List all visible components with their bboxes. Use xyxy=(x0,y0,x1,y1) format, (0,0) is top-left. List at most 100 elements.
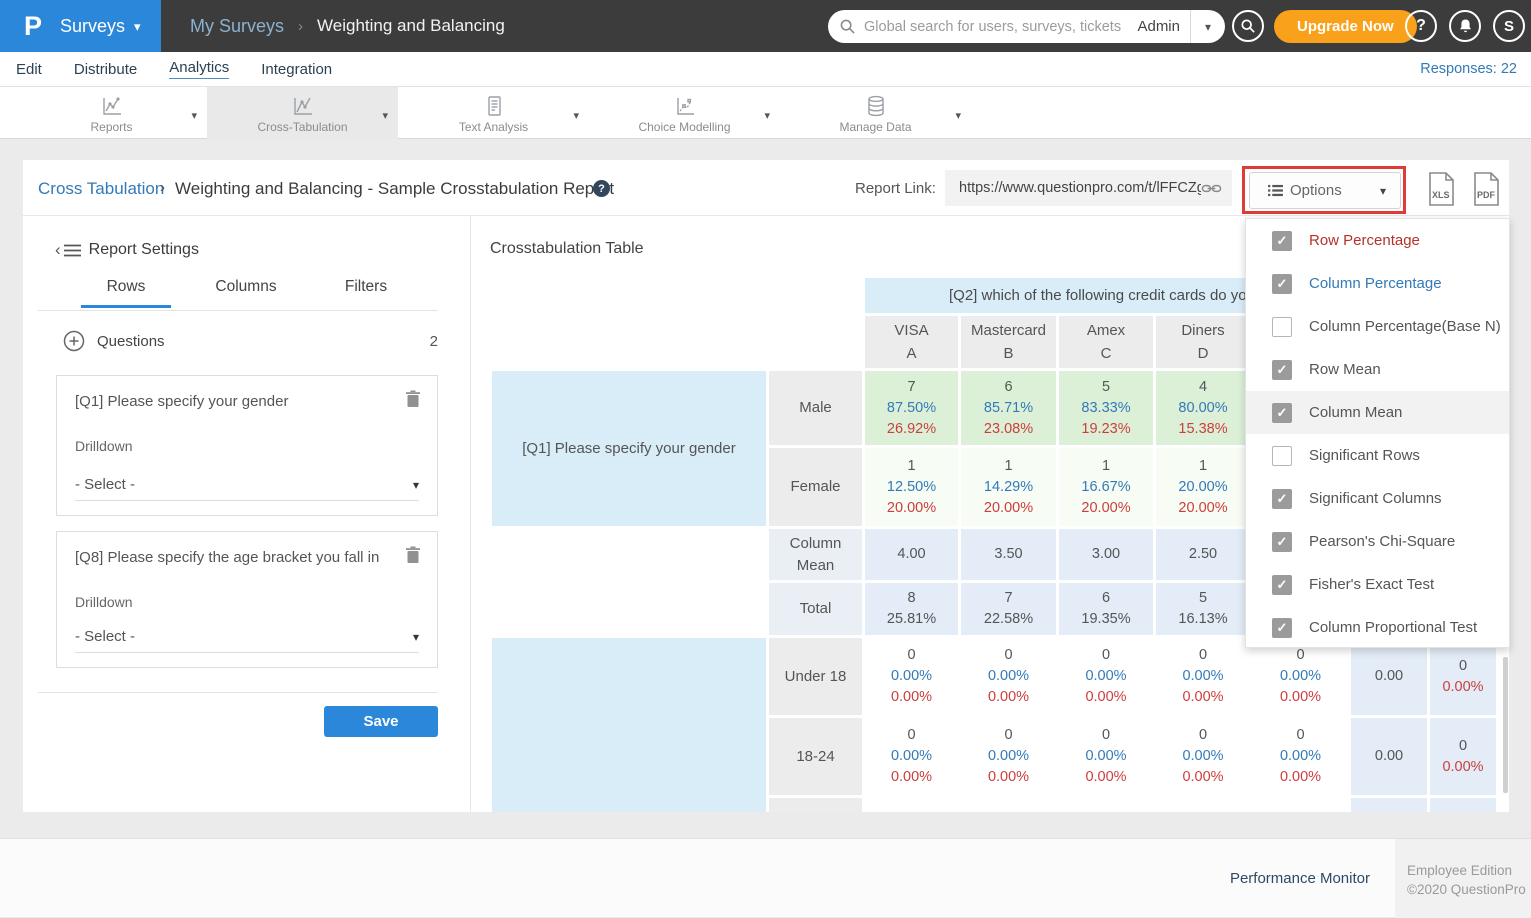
toolbar-item-text-analysis[interactable]: Text Analysis xyxy=(398,87,589,139)
menu-item-row-percentage[interactable]: Row Percentage xyxy=(1246,219,1509,262)
chevron-down-icon xyxy=(413,478,419,492)
row-label-male: Male xyxy=(769,371,862,445)
product-switcher[interactable]: P Surveys xyxy=(0,0,161,52)
questions-count: 2 xyxy=(430,333,438,350)
tab-analytics[interactable]: Analytics xyxy=(169,59,229,79)
tab-filters[interactable]: Filters xyxy=(306,278,426,308)
add-question-icon[interactable] xyxy=(63,330,85,352)
tab-columns[interactable]: Columns xyxy=(186,278,306,308)
search-input[interactable] xyxy=(864,19,1137,35)
table-cell: 00.00%0.00% xyxy=(961,638,1056,715)
menu-item-column-proportional-test[interactable]: Column Proportional Test xyxy=(1246,606,1509,649)
table-cell: 00.00% xyxy=(1430,718,1496,795)
tab-rows[interactable]: Rows xyxy=(66,278,186,308)
toolbar-item-cross-tabulation[interactable]: Cross-Tabulation xyxy=(207,87,398,139)
questionpro-logo-icon: P xyxy=(24,11,41,42)
page-title: Weighting and Balancing - Sample Crossta… xyxy=(175,179,614,199)
checkbox-unchecked-icon[interactable] xyxy=(1272,317,1292,337)
user-avatar[interactable]: S xyxy=(1493,10,1525,42)
save-button[interactable]: Save xyxy=(324,706,438,737)
export-xls-button[interactable]: XLS xyxy=(1425,171,1457,212)
analytics-toolbar: Reports Cross-Tabulation Text Analysis C… xyxy=(0,87,1531,139)
report-link-field[interactable]: https://www.questionpro.com/t/lFFCZg xyxy=(945,170,1232,206)
menu-item-column-percentage[interactable]: Column Percentage xyxy=(1246,262,1509,305)
menu-item-fishers-exact-test[interactable]: Fisher's Exact Test xyxy=(1246,563,1509,606)
drilldown-label: Drilldown xyxy=(75,594,133,610)
breadcrumb-survey-name: Weighting and Balancing xyxy=(317,16,505,36)
checkbox-checked-icon[interactable] xyxy=(1272,403,1292,423)
chevron-down-icon[interactable] xyxy=(573,109,579,122)
search-icon xyxy=(840,19,855,34)
checkbox-checked-icon[interactable] xyxy=(1272,618,1292,638)
menu-item-column-percentage-base-n[interactable]: Column Percentage(Base N) xyxy=(1246,305,1509,348)
table-cell: 685.71%23.08% xyxy=(961,371,1056,445)
export-pdf-button[interactable]: PDF xyxy=(1470,171,1502,212)
tab-edit[interactable]: Edit xyxy=(16,61,42,78)
select-value: - Select - xyxy=(75,628,135,645)
row-label-clipped xyxy=(769,798,862,812)
options-button-label: Options xyxy=(1290,182,1342,199)
table-cell: 00.00%0.00% xyxy=(961,718,1056,795)
crosstab-title: Crosstabulation Table xyxy=(490,240,644,258)
table-scrollbar[interactable] xyxy=(1503,657,1508,793)
search-submit-button[interactable] xyxy=(1232,10,1264,42)
chevron-down-icon[interactable] xyxy=(955,109,961,122)
upgrade-now-button[interactable]: Upgrade Now xyxy=(1274,10,1417,43)
breadcrumb-my-surveys[interactable]: My Surveys xyxy=(190,16,284,37)
menu-item-pearsons-chi-square[interactable]: Pearson's Chi-Square xyxy=(1246,520,1509,563)
toolbar-item-manage-data[interactable]: Manage Data xyxy=(780,87,971,139)
chevron-down-icon xyxy=(1380,184,1386,198)
col-header-diners: DinersD xyxy=(1156,316,1250,368)
drilldown-select[interactable]: - Select - xyxy=(75,476,419,501)
delete-icon[interactable] xyxy=(405,546,421,564)
tab-integration[interactable]: Integration xyxy=(261,61,332,78)
menu-item-row-mean[interactable]: Row Mean xyxy=(1246,348,1509,391)
checkbox-checked-icon[interactable] xyxy=(1272,532,1292,552)
table-cell: 2.50 xyxy=(1156,529,1250,580)
row-label-total: Total xyxy=(769,583,862,635)
chevron-down-icon xyxy=(413,630,419,644)
chevron-down-icon[interactable] xyxy=(764,109,770,122)
report-link-url[interactable]: https://www.questionpro.com/t/lFFCZg xyxy=(959,180,1201,196)
document-icon xyxy=(482,92,506,118)
row-label-column-mean: Column Mean xyxy=(769,529,862,580)
table-cell: 4.00 xyxy=(865,529,958,580)
checkbox-checked-icon[interactable] xyxy=(1272,231,1292,251)
toolbar-item-choice-modelling[interactable]: Choice Modelling xyxy=(589,87,780,139)
checkbox-checked-icon[interactable] xyxy=(1272,489,1292,509)
responses-count[interactable]: Responses: 22 xyxy=(1420,61,1517,77)
global-search[interactable]: Admin xyxy=(828,10,1225,43)
breadcrumb-cross-tabulation[interactable]: Cross Tabulation xyxy=(38,179,164,199)
notifications-button[interactable] xyxy=(1449,10,1481,42)
menu-item-column-mean[interactable]: Column Mean xyxy=(1246,391,1509,434)
menu-item-significant-columns[interactable]: Significant Columns xyxy=(1246,477,1509,520)
table-cell: 3.50 xyxy=(961,529,1056,580)
chevron-down-icon xyxy=(134,19,141,35)
performance-monitor-link[interactable]: Performance Monitor xyxy=(1230,870,1370,887)
checkbox-unchecked-icon[interactable] xyxy=(1272,446,1292,466)
table-cell: 00.00%0.00% xyxy=(1059,638,1153,715)
chevron-down-icon[interactable] xyxy=(382,109,388,122)
questions-label: Questions xyxy=(97,333,165,350)
help-button[interactable] xyxy=(1405,10,1437,42)
edition-info: Employee Edition ©2020 QuestionPro xyxy=(1395,839,1531,918)
toolbar-item-reports[interactable]: Reports xyxy=(16,87,207,139)
bell-icon xyxy=(1458,18,1473,34)
checkbox-checked-icon[interactable] xyxy=(1272,274,1292,294)
delete-icon[interactable] xyxy=(405,390,421,408)
search-scope-dropdown[interactable] xyxy=(1191,20,1225,34)
report-settings-toggle[interactable]: Report Settings xyxy=(55,240,199,260)
table-cell: 787.50%26.92% xyxy=(865,371,958,445)
checkbox-checked-icon[interactable] xyxy=(1272,575,1292,595)
question-card-q8: [Q8] Please specify the age bracket you … xyxy=(56,531,438,668)
options-button[interactable]: Options xyxy=(1249,172,1401,209)
chevron-down-icon[interactable] xyxy=(191,109,197,122)
table-cell: 0.00 xyxy=(1351,638,1427,715)
breadcrumb-separator-icon xyxy=(160,179,165,196)
help-icon[interactable] xyxy=(593,180,610,197)
checkbox-checked-icon[interactable] xyxy=(1272,360,1292,380)
menu-item-significant-rows[interactable]: Significant Rows xyxy=(1246,434,1509,477)
table-cell: 3.00 xyxy=(1059,529,1153,580)
drilldown-select[interactable]: - Select - xyxy=(75,628,419,653)
tab-distribute[interactable]: Distribute xyxy=(74,61,137,78)
